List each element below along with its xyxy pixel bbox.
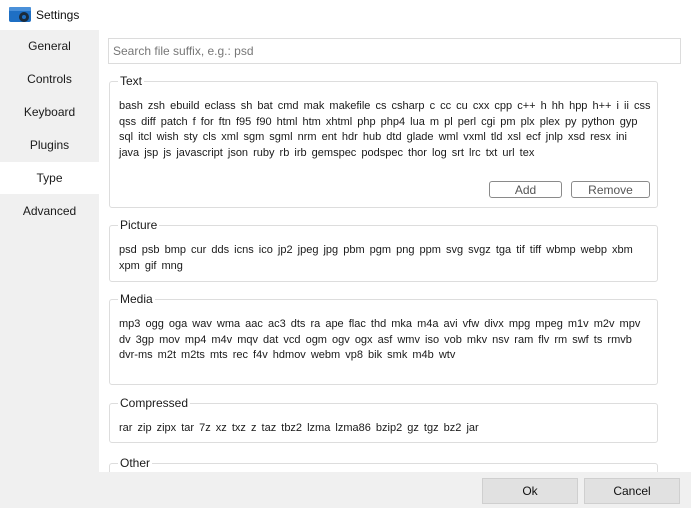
search-input[interactable] — [108, 38, 681, 64]
text-extension-list: bash zsh ebuild eclass sh bat cmd mak ma… — [119, 100, 651, 160]
sidebar-item-advanced[interactable]: Advanced — [0, 195, 99, 227]
type-settings-panel: Text bash zsh ebuild eclass sh bat cmd m… — [99, 30, 691, 472]
text-group-title: Text — [118, 73, 145, 89]
dialog-footer: Ok Cancel — [0, 472, 691, 508]
compressed-group: Compressed rar zip zipx tar 7z xz txz z … — [109, 395, 658, 443]
compressed-group-title: Compressed — [118, 395, 191, 411]
other-group-title: Other — [118, 455, 153, 471]
compressed-extension-list: rar zip zipx tar 7z xz txz z taz tbz2 lz… — [119, 422, 479, 434]
add-button[interactable]: Add — [489, 181, 562, 198]
ok-button[interactable]: Ok — [482, 478, 578, 504]
remove-button[interactable]: Remove — [571, 181, 650, 198]
text-group: Text bash zsh ebuild eclass sh bat cmd m… — [109, 73, 658, 208]
picture-group-title: Picture — [118, 217, 160, 233]
media-group-title: Media — [118, 291, 155, 307]
other-group: Other — [109, 455, 658, 472]
title-bar: Settings — [0, 0, 691, 30]
sidebar-item-general[interactable]: General — [0, 30, 99, 62]
sidebar-item-type[interactable]: Type — [0, 162, 99, 194]
sidebar-item-plugins[interactable]: Plugins — [0, 129, 99, 161]
picture-extension-list: psd psb bmp cur dds icns ico jp2 jpeg jp… — [119, 244, 633, 272]
sidebar-item-keyboard[interactable]: Keyboard — [0, 96, 99, 128]
settings-sidebar: General Controls Keyboard Plugins Type A… — [0, 30, 99, 508]
picture-group: Picture psd psb bmp cur dds icns ico jp2… — [109, 217, 658, 282]
media-extension-list: mp3 ogg oga wav wma aac ac3 dts ra ape f… — [119, 318, 641, 362]
settings-app-icon — [9, 6, 33, 23]
cancel-button[interactable]: Cancel — [584, 478, 680, 504]
window-title: Settings — [36, 8, 80, 22]
sidebar-item-controls[interactable]: Controls — [0, 63, 99, 95]
media-group: Media mp3 ogg oga wav wma aac ac3 dts ra… — [109, 291, 658, 385]
